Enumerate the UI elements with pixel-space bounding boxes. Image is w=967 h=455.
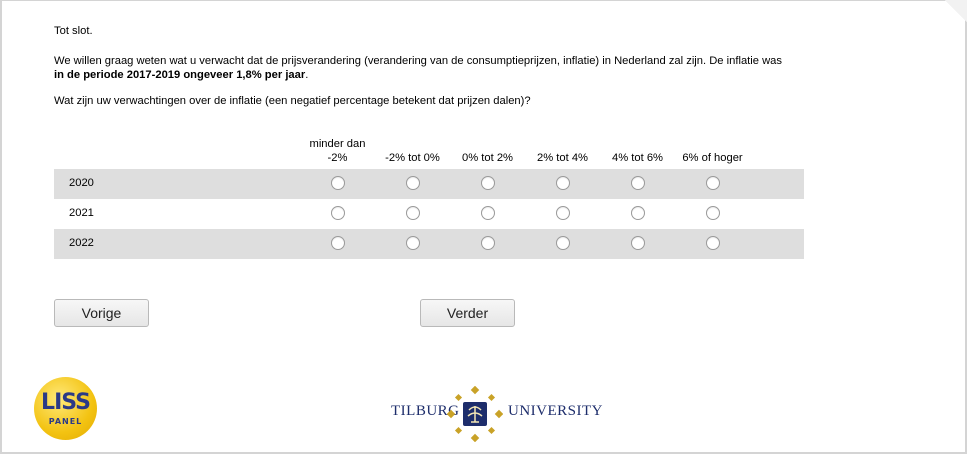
column-header: 4% tot 6%: [612, 152, 663, 164]
radio-button[interactable]: [631, 206, 645, 220]
radio-button[interactable]: [706, 236, 720, 250]
radio-button[interactable]: [331, 206, 345, 220]
matrix-row-2021: 2021: [54, 199, 804, 229]
expectation-question: Wat zijn uw verwachtingen over de inflat…: [54, 95, 531, 107]
column-header: 0% tot 2%: [462, 152, 513, 164]
question-text: We willen graag weten wat u verwacht dat…: [54, 54, 794, 82]
radio-button[interactable]: [631, 236, 645, 250]
row-label: 2020: [69, 177, 94, 189]
intro-text: Tot slot.: [54, 25, 93, 37]
radio-button[interactable]: [706, 206, 720, 220]
tilburg-university-logo: TILBURG UNIVERSITY: [389, 386, 603, 442]
radio-button[interactable]: [331, 176, 345, 190]
radio-button[interactable]: [406, 236, 420, 250]
university-word: UNIVERSITY: [508, 403, 603, 419]
next-button[interactable]: Verder: [420, 299, 515, 327]
radio-button[interactable]: [406, 206, 420, 220]
radio-button[interactable]: [556, 236, 570, 250]
radio-button[interactable]: [481, 236, 495, 250]
column-header: 2% tot 4%: [537, 152, 588, 164]
question-part1: We willen graag weten wat u verwacht dat…: [54, 55, 782, 67]
radio-button[interactable]: [481, 206, 495, 220]
column-header: -2% tot 0%: [385, 152, 440, 164]
question-bold: in de periode 2017-2019 ongeveer 1,8% pe…: [54, 69, 306, 81]
radio-button[interactable]: [556, 206, 570, 220]
row-label: 2021: [69, 207, 94, 219]
liss-logo-text: LISS: [41, 390, 91, 415]
matrix-row-2020: 2020: [54, 169, 804, 199]
radio-button[interactable]: [406, 176, 420, 190]
page-corner: [945, 0, 967, 22]
liss-logo-subtext: PANEL: [48, 417, 83, 426]
column-header: minder dan -2%: [309, 138, 366, 164]
radio-button[interactable]: [481, 176, 495, 190]
back-button[interactable]: Vorige: [54, 299, 149, 327]
radio-button[interactable]: [706, 176, 720, 190]
radio-button[interactable]: [556, 176, 570, 190]
radio-button[interactable]: [331, 236, 345, 250]
radio-button[interactable]: [631, 176, 645, 190]
row-label: 2022: [69, 237, 94, 249]
tilburg-emblem-icon: [447, 386, 503, 442]
column-header: 6% of hoger: [682, 152, 743, 164]
liss-panel-logo: LISS PANEL: [34, 377, 97, 440]
matrix-row-2022: 2022: [54, 229, 804, 259]
question-part2: .: [305, 69, 309, 81]
